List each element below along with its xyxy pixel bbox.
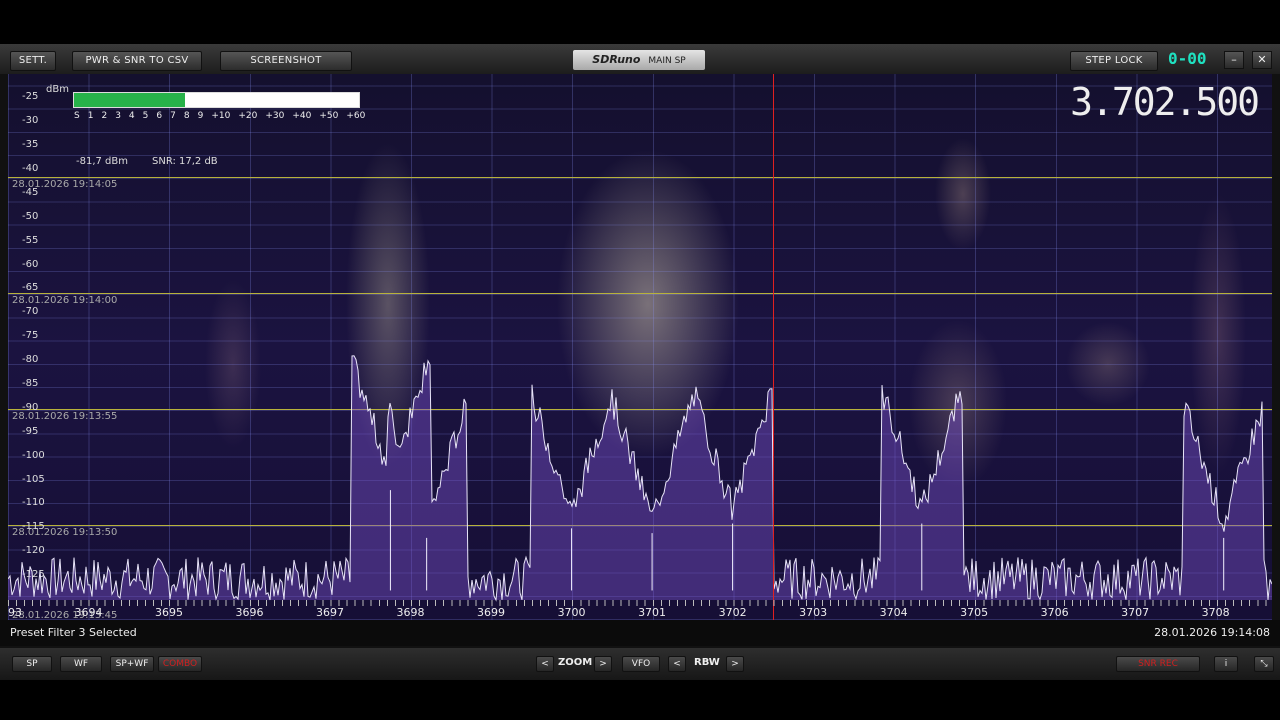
zoom-in-button[interactable]: > [594, 656, 612, 672]
screenshot-button[interactable]: SCREENSHOT [220, 51, 352, 71]
frequency-axis-label: 3697 [316, 606, 345, 619]
frequency-axis-label: 3693 [8, 606, 22, 619]
status-bar: Preset Filter 3 Selected 28.01.2026 19:1… [0, 620, 1280, 646]
minimize-button[interactable]: – [1224, 51, 1244, 69]
frequency-axis-label: 3708 [1201, 606, 1230, 619]
pwr-snr-to-csv-button[interactable]: PWR & SNR TO CSV [72, 51, 202, 71]
frequency-axis-label: 3699 [477, 606, 506, 619]
combo-mode-button[interactable]: COMBO [158, 656, 202, 672]
window-title: SDRuno MAIN SP [573, 50, 705, 70]
bottom-toolbar: SP WF SP+WF COMBO < ZOOM > VFO < RBW > S… [0, 648, 1280, 680]
vfo-marker-line[interactable] [772, 74, 774, 620]
frequency-axis-label: 3704 [879, 606, 908, 619]
sp-wf-mode-button[interactable]: SP+WF [110, 656, 154, 672]
frequency-axis-label: 3695 [155, 606, 184, 619]
frequency-axis-label: 3701 [638, 606, 667, 619]
zoom-out-button[interactable]: < [536, 656, 554, 672]
step-lock-button[interactable]: STEP LOCK [1070, 51, 1158, 71]
close-button[interactable]: ✕ [1252, 51, 1272, 69]
zoom-label: ZOOM [558, 657, 593, 668]
step-led-readout: 0-00 [1168, 49, 1207, 68]
snr-record-button[interactable]: SNR REC [1116, 656, 1200, 672]
app-name: SDRuno [592, 53, 641, 66]
frequency-axis-label: 3705 [960, 606, 989, 619]
frequency-axis-label: 3706 [1040, 606, 1069, 619]
rbw-label: RBW [694, 657, 720, 668]
frequency-axis-label: 3698 [396, 606, 425, 619]
status-message: Preset Filter 3 Selected [10, 626, 137, 639]
frequency-axis-label: 3694 [74, 606, 103, 619]
top-toolbar: SETT. PWR & SNR TO CSV SCREENSHOT SDRuno… [0, 44, 1280, 74]
frequency-axis-label: 3700 [557, 606, 586, 619]
window-name: MAIN SP [648, 56, 686, 66]
frequency-axis-label: 3703 [799, 606, 828, 619]
status-datetime: 28.01.2026 19:14:08 [1154, 626, 1270, 639]
frequency-axis-label: 3696 [235, 606, 264, 619]
frequency-axis-label: 3702 [718, 606, 747, 619]
sp-mode-button[interactable]: SP [12, 656, 52, 672]
sett-button[interactable]: SETT. [10, 51, 56, 71]
sdruno-main-sp-window: SETT. PWR & SNR TO CSV SCREENSHOT SDRuno… [0, 44, 1280, 680]
frequency-axis-label: 3707 [1121, 606, 1150, 619]
info-button[interactable]: i [1214, 656, 1238, 672]
vfo-button[interactable]: VFO [622, 656, 660, 672]
wf-mode-button[interactable]: WF [60, 656, 102, 672]
rbw-increase-button[interactable]: > [726, 656, 744, 672]
rbw-decrease-button[interactable]: < [668, 656, 686, 672]
resize-grip-icon[interactable]: ⤡ [1254, 656, 1274, 672]
spectrum-plot [8, 355, 1272, 602]
spectrum-waterfall-display[interactable]: 28.01.2026 19:14:05 28.01.2026 19:14:00 28… [8, 74, 1272, 620]
